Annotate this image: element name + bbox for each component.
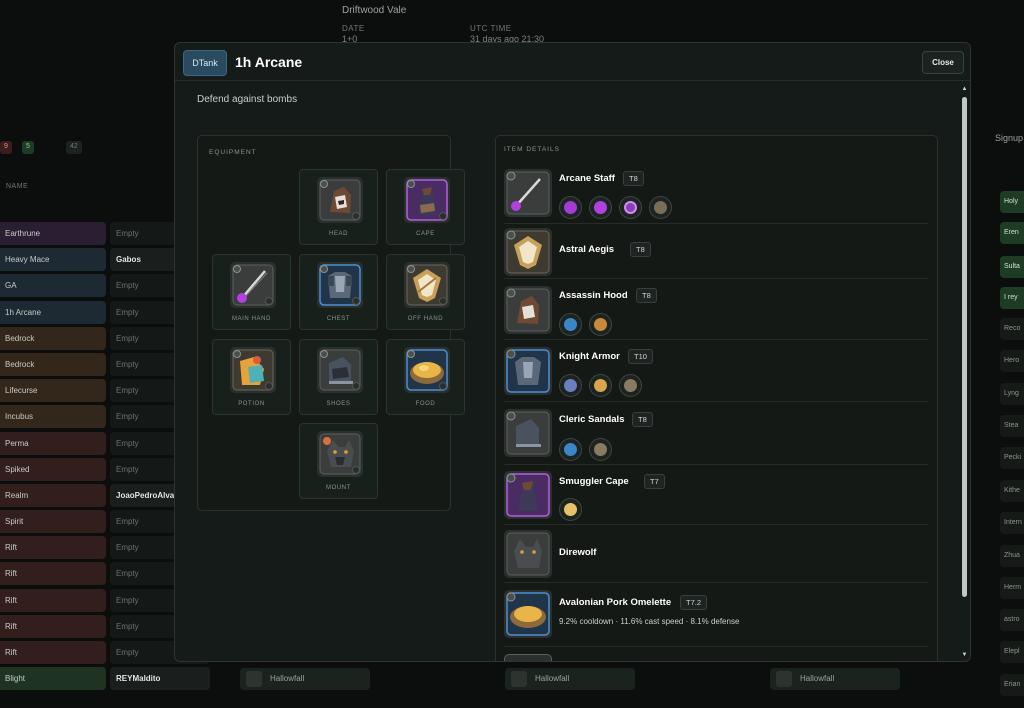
- item-name: Smuggler Cape: [559, 476, 629, 487]
- item-row[interactable]: Astral Aegis T8: [504, 224, 928, 279]
- item-name: Direwolf: [559, 547, 597, 558]
- spell-blue-orb-icon[interactable]: [559, 374, 582, 397]
- item-row[interactable]: Cleric Sandals T8: [504, 402, 928, 465]
- spell-purple-orb-icon[interactable]: [589, 196, 612, 219]
- role-badge: DTank: [183, 50, 227, 76]
- bg-tag-gray: 42: [66, 141, 82, 154]
- item-row[interactable]: Direwolf: [504, 525, 928, 583]
- tier-badge: T7: [644, 474, 665, 489]
- tier-badge: T8: [636, 288, 657, 303]
- bg-name-header: NAME: [6, 183, 29, 190]
- tier-badge: T8: [623, 171, 644, 186]
- item-name: Avalonian Pork Omelette: [559, 597, 672, 608]
- bg-bottom-slot: Hallowfall: [505, 668, 635, 690]
- slot-main-hand[interactable]: MAIN HAND: [212, 254, 291, 330]
- modal-header: DTank 1h Arcane Close: [175, 43, 970, 81]
- slot-potion[interactable]: POTION: [212, 339, 291, 415]
- direwolf-icon: [504, 530, 552, 578]
- item-details-panel: ITEM DETAILS Arcane Staff T8 Astral Aegi…: [495, 135, 938, 661]
- item-icon: [504, 654, 552, 661]
- omelette-icon: [504, 590, 552, 638]
- assassin-hood-icon: [317, 177, 363, 223]
- modal-scrollbar[interactable]: ▲ ▼: [960, 83, 969, 661]
- bg-tag-red: 9: [0, 141, 12, 154]
- item-name: Arcane Staff: [559, 173, 615, 184]
- tier-badge: T10: [628, 349, 653, 364]
- slot-cape[interactable]: CAPE: [386, 169, 465, 245]
- tier-badge: T8: [630, 242, 651, 257]
- item-row-partial[interactable]: [504, 652, 928, 661]
- smuggler-cape-icon: [504, 471, 552, 519]
- modal-title: 1h Arcane: [235, 54, 303, 70]
- item-row[interactable]: Assassin Hood T8: [504, 279, 928, 340]
- direwolf-icon: [317, 431, 363, 477]
- tier-badge: T7.2: [680, 595, 708, 610]
- scroll-up-icon[interactable]: ▲: [961, 86, 968, 92]
- scroll-thumb[interactable]: [962, 97, 967, 597]
- knight-armor-icon: [504, 347, 552, 395]
- slot-mount[interactable]: MOUNT: [299, 423, 378, 499]
- slot-chest[interactable]: CHEST: [299, 254, 378, 330]
- item-row[interactable]: Knight Armor T10: [504, 340, 928, 402]
- spell-blue-orb-icon[interactable]: [559, 438, 582, 461]
- spell-gray-orb-icon[interactable]: [619, 374, 642, 397]
- spell-gold-orb-icon[interactable]: [559, 498, 582, 521]
- modal-description: Defend against bombs: [197, 94, 298, 105]
- item-details-label: ITEM DETAILS: [504, 146, 560, 153]
- bg-meta-label-time: UTC TIME: [470, 24, 512, 33]
- spell-purple-swirl-icon[interactable]: [619, 196, 642, 219]
- item-name: Astral Aegis: [559, 244, 615, 255]
- item-name: Knight Armor: [559, 351, 620, 362]
- spell-gold-orb-icon[interactable]: [589, 374, 612, 397]
- item-name: Assassin Hood: [559, 290, 628, 301]
- knight-armor-icon: [317, 262, 363, 308]
- potion-icon: [230, 347, 276, 393]
- loadout-modal: DTank 1h Arcane Close Defend against bom…: [174, 42, 971, 662]
- item-row[interactable]: Avalonian Pork Omelette T7.2 9.2% cooldo…: [504, 583, 928, 647]
- assassin-hood-icon: [504, 286, 552, 334]
- cleric-sandals-icon: [504, 409, 552, 457]
- smuggler-cape-icon: [404, 177, 450, 223]
- tier-badge: T8: [632, 412, 653, 427]
- astral-aegis-icon: [404, 262, 450, 308]
- item-name: Cleric Sandals: [559, 414, 625, 425]
- slot-food[interactable]: FOOD: [386, 339, 465, 415]
- item-row[interactable]: Arcane Staff T8: [504, 166, 928, 224]
- spell-gold-orb-icon[interactable]: [589, 313, 612, 336]
- spell-blue-orb-icon[interactable]: [559, 313, 582, 336]
- cleric-sandals-icon: [317, 347, 363, 393]
- spell-gray-orb-icon[interactable]: [649, 196, 672, 219]
- spell-gray-orb-icon[interactable]: [589, 438, 612, 461]
- astral-aegis-icon: [504, 228, 552, 276]
- omelette-icon: [404, 347, 450, 393]
- arcane-staff-icon: [504, 169, 552, 217]
- item-row[interactable]: Smuggler Cape T7: [504, 465, 928, 525]
- scroll-down-icon[interactable]: ▼: [961, 652, 968, 658]
- arcane-staff-icon: [230, 262, 276, 308]
- bg-bottom-slot: Hallowfall: [240, 668, 370, 690]
- bg-bottom-slot: Hallowfall: [770, 668, 900, 690]
- spell-purple-orb-icon[interactable]: [559, 196, 582, 219]
- slot-off-hand[interactable]: OFF HAND: [386, 254, 465, 330]
- equipment-panel: EQUIPMENT HEAD CAPE MAIN HAND CHEST OFF …: [197, 135, 465, 511]
- bg-tag-green: 5: [22, 141, 34, 154]
- equipment-label: EQUIPMENT: [209, 149, 257, 156]
- bg-signup-header: Signup: [995, 133, 1024, 143]
- slot-shoes[interactable]: SHOES: [299, 339, 378, 415]
- bg-meta-label-date: DATE: [342, 24, 365, 33]
- slot-head[interactable]: HEAD: [299, 169, 378, 245]
- bg-location: Driftwood Vale: [342, 5, 407, 16]
- bg-row: Blight REYMaldito: [0, 667, 210, 691]
- food-stats: 9.2% cooldown · 11.6% cast speed · 8.1% …: [559, 617, 740, 626]
- close-button[interactable]: Close: [922, 51, 964, 74]
